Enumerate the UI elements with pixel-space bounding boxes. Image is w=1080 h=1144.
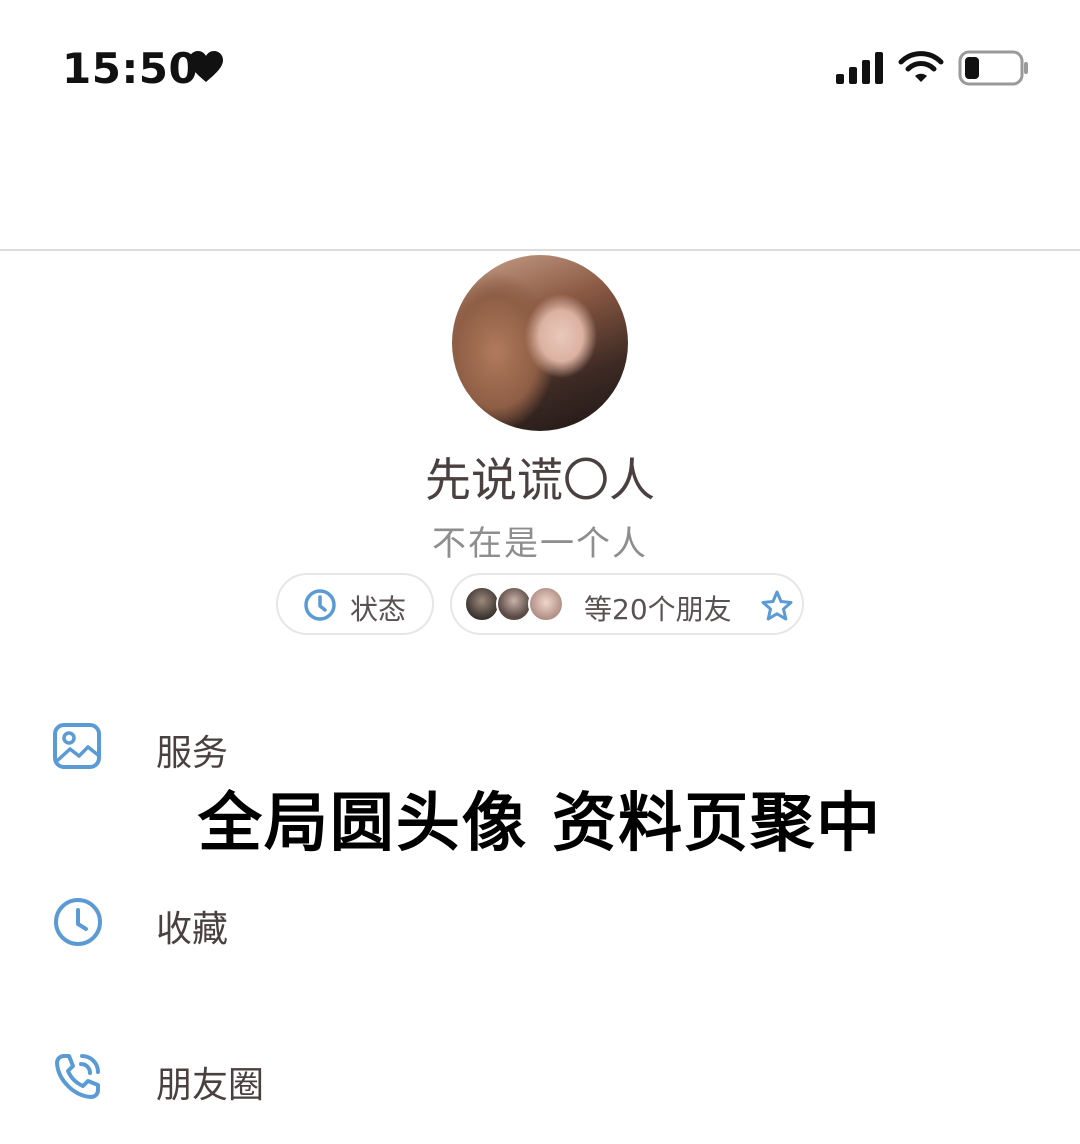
status-time: 15:50 [62, 44, 199, 93]
clock-icon [54, 898, 102, 946]
clock-icon [304, 589, 336, 621]
phone-call-icon [55, 1054, 100, 1099]
menu-label: 服务 [156, 733, 229, 774]
friends-chip-label: 等20个朋友 [584, 593, 732, 626]
menu-label: 朋友圈 [156, 1065, 265, 1106]
wifi-icon [898, 51, 944, 82]
header-divider [0, 249, 1080, 251]
friend-avatar [528, 586, 564, 622]
profile-name: 先说谎〇人 [425, 453, 655, 507]
menu-label: 收藏 [156, 909, 229, 950]
menu-item-moments[interactable]: 朋友圈 [0, 1038, 1080, 1118]
image-icon [53, 723, 101, 769]
profile-avatar[interactable] [452, 255, 628, 431]
star-outline-icon [761, 590, 793, 621]
signal-icon [836, 52, 883, 84]
friends-chip[interactable]: 等20个朋友 [450, 573, 804, 635]
profile-signature: 不在是一个人 [432, 524, 648, 564]
status-chip-label: 状态 [350, 593, 407, 626]
heart-icon [189, 51, 223, 82]
status-chip[interactable]: 状态 [276, 573, 434, 635]
friend-avatar [496, 586, 532, 622]
battery-icon [958, 50, 1028, 86]
friend-avatar [464, 586, 500, 622]
status-bar: 15:50 [0, 0, 1080, 140]
overlay-caption: 全局圆头像 资料页聚中 [197, 787, 883, 861]
menu-item-favorites[interactable]: 收藏 [0, 882, 1080, 962]
